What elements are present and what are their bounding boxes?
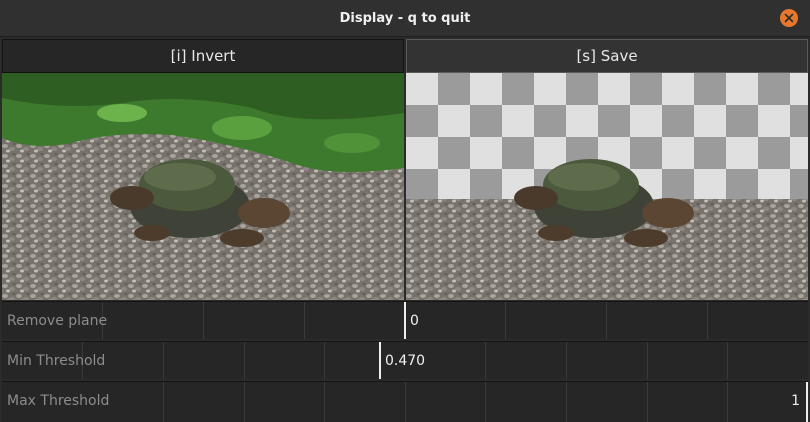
title-bar: Display - q to quit <box>0 0 810 37</box>
min-threshold-slider[interactable]: Min Threshold 0.470 <box>2 341 808 379</box>
min-threshold-value: 0.470 <box>385 353 426 369</box>
remove-plane-value: 0 <box>410 313 419 329</box>
window-title: Display - q to quit <box>339 11 471 26</box>
max-threshold-label: Max Threshold <box>7 393 110 409</box>
close-icon <box>784 13 794 23</box>
remove-plane-handle[interactable] <box>404 302 406 339</box>
close-button[interactable] <box>780 9 798 27</box>
original-image <box>2 73 404 300</box>
processed-image <box>406 73 808 300</box>
min-threshold-label: Min Threshold <box>7 353 106 369</box>
remove-plane-label: Remove plane <box>7 313 108 329</box>
max-threshold-handle[interactable] <box>806 382 808 422</box>
invert-button[interactable]: [i] Invert <box>2 39 404 73</box>
remove-plane-slider[interactable]: Remove plane 0 <box>2 301 808 339</box>
save-button[interactable]: [s] Save <box>406 39 808 73</box>
max-threshold-value: 1 <box>791 393 800 409</box>
min-threshold-handle[interactable] <box>379 342 381 379</box>
max-threshold-slider[interactable]: Max Threshold 1 <box>2 381 808 422</box>
